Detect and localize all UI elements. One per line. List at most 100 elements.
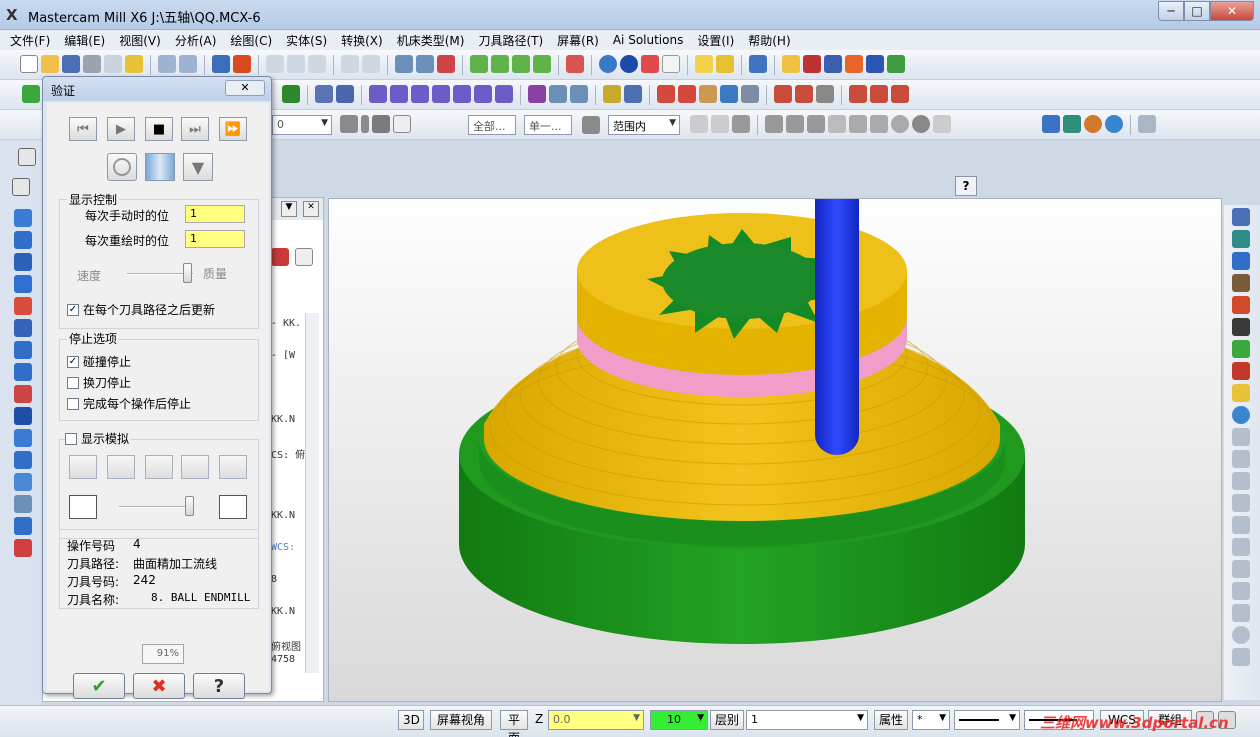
level-button[interactable]: 层别 (710, 710, 744, 730)
menu-settings[interactable]: 设置(I) (697, 32, 734, 49)
sim-save-icon[interactable] (219, 455, 247, 479)
attributes-button[interactable]: 属性 (874, 710, 908, 730)
ops-line[interactable]: WCS: (271, 542, 305, 574)
tool-5-icon[interactable] (870, 85, 888, 103)
blue-circle-icon[interactable] (1105, 115, 1123, 133)
fast-run-icon[interactable] (219, 495, 247, 519)
snap-icon[interactable] (340, 115, 358, 133)
tool-1-icon[interactable] (774, 85, 792, 103)
transform-2-icon[interactable] (390, 85, 408, 103)
check-icon[interactable] (870, 115, 888, 133)
left-tool-7-icon[interactable] (14, 341, 32, 359)
3d-button[interactable]: 3D (398, 710, 424, 730)
sum-icon[interactable] (866, 55, 884, 73)
left-tool-15-icon[interactable] (14, 517, 32, 535)
right-save-icon[interactable] (1232, 208, 1250, 226)
left-tool-3-icon[interactable] (14, 253, 32, 271)
undo-icon[interactable] (158, 55, 176, 73)
menu-ai-solutions[interactable]: Ai Solutions (613, 33, 684, 47)
left-tool-2-icon[interactable] (14, 231, 32, 249)
levels-icon[interactable] (824, 55, 842, 73)
menu-analyze[interactable]: 分析(A) (175, 32, 217, 49)
back-icon[interactable] (849, 115, 867, 133)
right-tool-13-icon[interactable] (1232, 472, 1250, 490)
letter-d-icon[interactable] (699, 85, 717, 103)
value-combo[interactable]: 0 ▼ (272, 115, 332, 135)
right-check-icon[interactable] (1232, 362, 1250, 380)
sim-chart-icon[interactable] (145, 455, 173, 479)
tool-3-icon[interactable] (816, 85, 834, 103)
left-tool-14-icon[interactable] (14, 495, 32, 513)
table-icon[interactable] (678, 85, 696, 103)
zoom-out-icon[interactable] (362, 55, 380, 73)
menu-machine-type[interactable]: 机床类型(M) (397, 32, 465, 49)
left-tool-11-icon[interactable] (14, 429, 32, 447)
solid-view-icon[interactable] (18, 148, 36, 166)
right-tool-14-icon[interactable] (1232, 494, 1250, 512)
question-icon[interactable] (933, 115, 951, 133)
left-tool-5-icon[interactable] (14, 297, 32, 315)
tool-display-button[interactable] (107, 153, 137, 181)
ops-panel-dropdown-icon[interactable]: ▼ (281, 201, 297, 217)
help-whats-this-icon[interactable] (782, 55, 800, 73)
ops-line[interactable]: - KK. (271, 318, 305, 350)
right-cube-1-icon[interactable] (1232, 230, 1250, 248)
transform-3-icon[interactable] (411, 85, 429, 103)
right-tool-18-icon[interactable] (1232, 582, 1250, 600)
all-select-button[interactable]: 全部... (468, 115, 516, 135)
analyze-icon[interactable] (716, 55, 734, 73)
ops-panel-close-icon[interactable]: ✕ (303, 201, 319, 217)
edit-icon[interactable] (749, 55, 767, 73)
exclaim-icon[interactable] (361, 115, 369, 133)
right-pencil-icon[interactable] (1232, 384, 1250, 402)
post-icon[interactable] (887, 55, 905, 73)
zoom-target-icon[interactable] (287, 55, 305, 73)
rewind-button[interactable]: ⏮ (69, 117, 97, 141)
pan-icon[interactable] (212, 55, 230, 73)
shade-cube-icon[interactable] (1042, 115, 1060, 133)
sim-speed-slider[interactable] (185, 496, 194, 516)
measure-icon[interactable] (695, 55, 713, 73)
left-tool-9-icon[interactable] (14, 385, 32, 403)
repaint-icon[interactable] (416, 55, 434, 73)
stop-on-collision-checkbox[interactable]: ✓ 碰撞停止 (67, 353, 131, 370)
solid-face-icon[interactable] (765, 115, 783, 133)
shaded-sphere-icon[interactable] (620, 55, 638, 73)
fast-forward-button[interactable]: ⏩ (219, 117, 247, 141)
speed-quality-slider[interactable] (183, 263, 192, 283)
right-tool-15-icon[interactable] (1232, 516, 1250, 534)
circle-icon[interactable] (912, 115, 930, 133)
sim-machine-icon[interactable] (69, 455, 97, 479)
right-scissors-icon[interactable] (1232, 318, 1250, 336)
right-circle-icon[interactable] (1232, 626, 1250, 644)
level-field[interactable]: 1 ▼ (746, 710, 868, 730)
ops-line[interactable]: KK.N (271, 606, 305, 638)
line-style-field[interactable]: ▼ (954, 710, 1020, 730)
graphics-viewport[interactable] (328, 198, 1222, 702)
select-cursor-icon[interactable] (690, 115, 708, 133)
view-cube-icon[interactable] (566, 55, 584, 73)
right-tool-21-icon[interactable] (1232, 648, 1250, 666)
solid-view-2-icon[interactable] (12, 178, 30, 196)
right-tool-12-icon[interactable] (1232, 450, 1250, 468)
menu-toolpaths[interactable]: 刀具路径(T) (478, 32, 543, 49)
stock-display-button[interactable] (145, 153, 175, 181)
clear-color-icon[interactable] (437, 55, 455, 73)
menu-file[interactable]: 文件(F) (10, 32, 50, 49)
light-icon[interactable] (603, 85, 621, 103)
step-forward-button[interactable]: ⏭ (181, 117, 209, 141)
new-file-icon[interactable] (20, 55, 38, 73)
transform-1-icon[interactable] (369, 85, 387, 103)
transform-4-icon[interactable] (432, 85, 450, 103)
print-icon[interactable] (83, 55, 101, 73)
ops-line[interactable]: KK.N (271, 510, 305, 542)
close-button[interactable]: ✕ (1210, 1, 1254, 21)
wireframe-icon[interactable] (599, 55, 617, 73)
stop-on-tool-change-checkbox[interactable]: 换刀停止 (67, 374, 131, 391)
left-tool-8-icon[interactable] (14, 363, 32, 381)
cube-select-icon[interactable] (732, 115, 750, 133)
sim-tool-icon[interactable] (107, 455, 135, 479)
menu-screen[interactable]: 屏幕(R) (557, 32, 599, 49)
view-top-icon[interactable] (470, 55, 488, 73)
ok-button[interactable]: ✔ (73, 673, 125, 699)
